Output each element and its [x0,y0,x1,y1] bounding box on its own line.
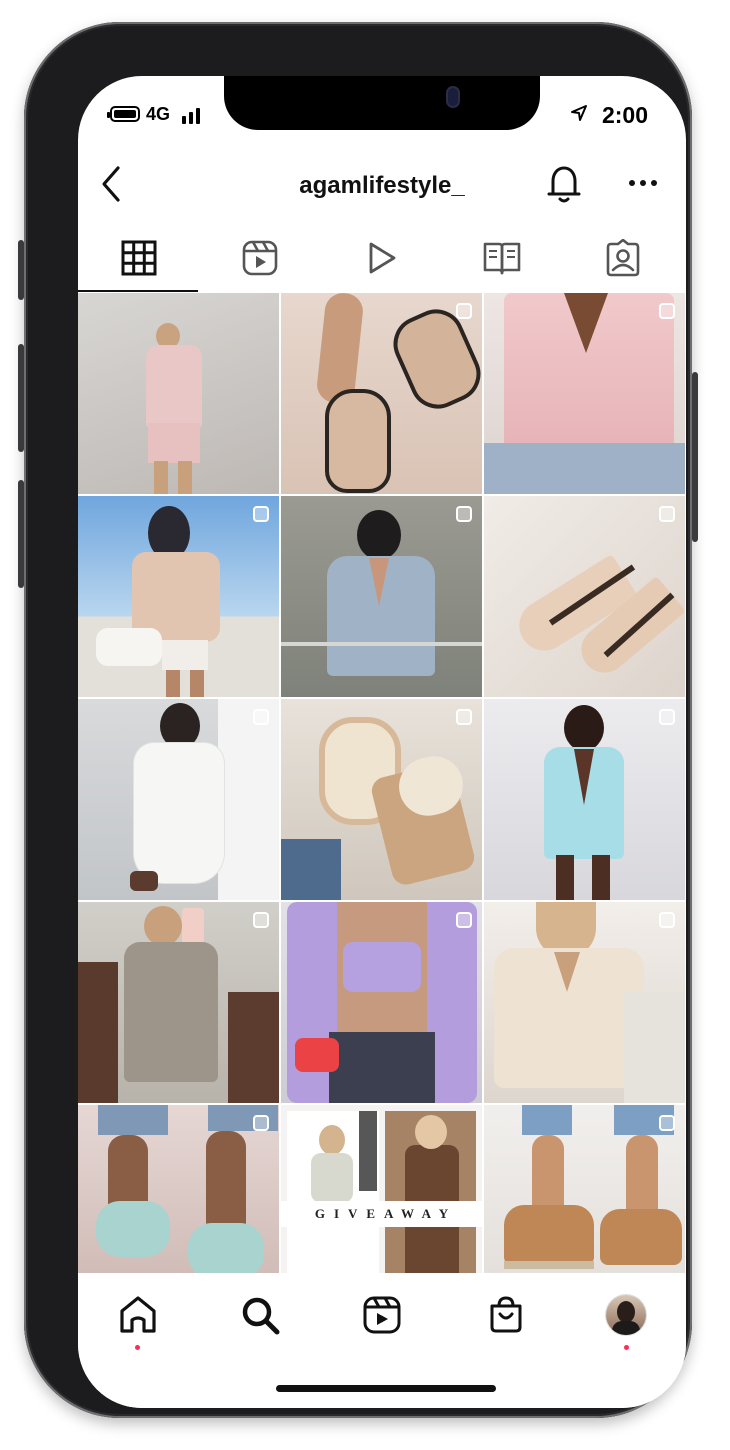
tagged-user-icon [606,239,639,277]
post-thumbnail[interactable] [484,293,685,494]
tab-guides[interactable] [441,224,562,292]
tab-reels[interactable] [199,224,320,292]
volume-down-button [18,480,24,588]
home-notification-dot [135,1345,140,1350]
volume-up-button [18,344,24,452]
battery-icon [107,106,140,122]
post-thumbnail[interactable] [78,496,279,697]
search-icon[interactable] [238,1293,282,1337]
status-time: 2:00 [601,102,648,128]
post-thumbnail[interactable] [281,293,482,494]
grid-icon [121,240,156,276]
post-thumbnail[interactable] [484,902,685,1103]
multi-post-icon [253,1115,269,1131]
bottom-navigation [78,1273,686,1408]
home-indicator[interactable] [276,1385,496,1392]
active-tab-indicator [78,290,198,292]
post-thumbnail[interactable] [78,293,279,494]
multi-post-icon [456,303,472,319]
profile-notification-dot [624,1345,629,1350]
profile-header: agamlifestyle_ [78,154,686,214]
post-thumbnail[interactable] [484,1105,685,1273]
location-arrow-icon [571,105,587,121]
power-button [692,372,698,542]
phone-frame: 4G 2:00 agamlifestyle_ GIVEAWAY [18,22,698,1418]
notification-bell-icon[interactable] [544,162,584,206]
avatar-hair [617,1301,635,1323]
avatar-shoulders [612,1321,640,1335]
video-play-icon [369,242,395,274]
mute-switch [18,240,24,300]
shop-bag-icon[interactable] [484,1293,528,1337]
multi-post-icon [456,506,472,522]
home-icon[interactable] [116,1293,160,1337]
post-thumbnail[interactable] [78,699,279,900]
post-thumbnail[interactable] [78,902,279,1103]
post-thumbnail[interactable] [281,699,482,900]
post-thumbnail[interactable] [281,902,482,1103]
posts-grid: GIVEAWAY [78,293,686,1273]
multi-post-icon [456,912,472,928]
guide-book-icon [483,242,520,275]
profile-avatar[interactable] [606,1295,646,1335]
tab-posts-grid[interactable] [78,224,199,292]
multi-post-icon [456,709,472,725]
post-thumbnail[interactable] [484,699,685,900]
tab-tagged[interactable] [562,224,683,292]
multi-post-icon [253,709,269,725]
multi-post-icon [659,709,675,725]
multi-post-icon [253,912,269,928]
multi-post-icon [659,303,675,319]
multi-post-icon [659,912,675,928]
multi-post-icon [659,506,675,522]
tab-videos[interactable] [320,224,441,292]
post-thumbnail[interactable] [281,496,482,697]
notch [224,76,540,130]
post-thumbnail[interactable] [78,1105,279,1273]
post-thumbnail[interactable] [484,496,685,697]
signal-bars-icon [182,106,210,124]
network-type: 4G [146,104,171,124]
giveaway-label: GIVEAWAY [281,1201,482,1227]
more-options-icon[interactable] [628,176,658,190]
profile-tabs [78,224,686,292]
reels-icon[interactable] [360,1293,404,1337]
multi-post-icon [253,506,269,522]
screen: 4G 2:00 agamlifestyle_ GIVEAWAY [78,76,686,1408]
profile-username: agamlifestyle_ [299,172,465,199]
multi-post-icon [659,1115,675,1131]
post-thumbnail[interactable]: GIVEAWAY [281,1105,482,1273]
camera-icon [448,88,458,106]
reels-icon [242,240,277,276]
